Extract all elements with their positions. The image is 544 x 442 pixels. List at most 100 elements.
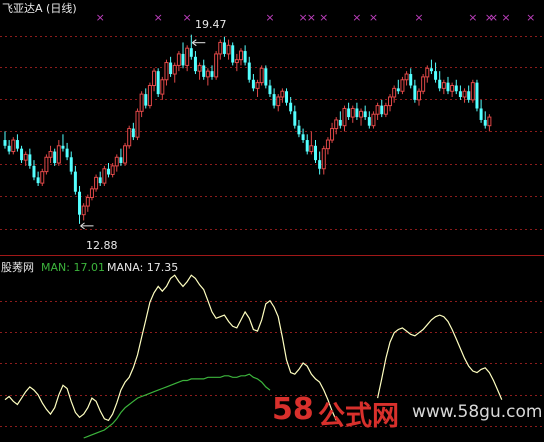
chart-grid [0, 36, 544, 427]
watermark-brand: 公式网 [318, 401, 399, 432]
candle [131, 122, 135, 141]
candle-body [467, 91, 471, 100]
candle-body [152, 70, 157, 87]
mana-line [83, 373, 271, 439]
candle [164, 59, 169, 86]
candle-body [81, 205, 86, 216]
candle [61, 134, 65, 152]
signal-marker: × [369, 11, 378, 24]
candle [231, 42, 235, 66]
candle [114, 154, 119, 172]
candle [169, 56, 173, 77]
indicator-name: 股莠网 [1, 261, 34, 274]
candle-body [404, 73, 409, 81]
candle-body [218, 41, 223, 55]
candle-body [48, 151, 53, 158]
candle [293, 105, 297, 129]
signal-marker: × [526, 11, 535, 24]
candle [363, 105, 367, 120]
candle-body [355, 108, 359, 118]
candle [375, 102, 380, 120]
candle [56, 140, 61, 166]
candle [338, 111, 342, 129]
signal-marker: × [489, 11, 498, 24]
candle-body [131, 128, 135, 138]
watermark-number: 58 [272, 392, 314, 427]
candle [65, 142, 69, 161]
candle-body [169, 62, 173, 75]
candle [218, 39, 223, 60]
candle-body [417, 90, 421, 101]
candle [69, 151, 73, 175]
candle-body [139, 93, 144, 112]
candle [36, 171, 40, 186]
candle-body [36, 177, 40, 184]
candle [139, 91, 144, 118]
candle-body [289, 102, 293, 112]
signal-marker: × [265, 11, 274, 24]
candle-body [268, 85, 272, 95]
candle-body [197, 64, 202, 72]
candle-body [334, 119, 339, 130]
candle-body [380, 105, 384, 115]
candle-body [285, 91, 289, 103]
candle [144, 88, 148, 109]
candle [3, 131, 7, 149]
candle [172, 62, 177, 83]
candle [147, 82, 152, 109]
candle [285, 88, 289, 106]
low-price-label: 12.88 [86, 239, 118, 252]
candle-body [114, 156, 119, 167]
candle-body [202, 65, 206, 77]
candle [110, 163, 115, 178]
candle [470, 79, 475, 103]
candle [321, 145, 326, 175]
candle-body [110, 165, 115, 175]
candle [380, 99, 384, 118]
candle [350, 105, 355, 123]
candle [441, 79, 446, 95]
candle-body [205, 70, 210, 78]
candle-body [7, 145, 11, 152]
candle [404, 71, 409, 86]
candle [454, 79, 458, 95]
candle-body [470, 82, 475, 101]
candle [280, 88, 285, 103]
candle-body [20, 148, 24, 161]
candle [202, 59, 206, 80]
candle [23, 151, 28, 166]
candle [102, 165, 107, 186]
candle-body [409, 74, 413, 86]
candle-body [350, 107, 355, 118]
candle [40, 168, 45, 186]
candle-body [172, 64, 177, 75]
candle [318, 151, 322, 175]
candle-body [309, 145, 314, 153]
candle [89, 185, 94, 201]
candle [305, 134, 309, 155]
candle-body [375, 105, 380, 115]
candle-body [56, 145, 61, 164]
candle-body [425, 67, 430, 78]
candle [371, 111, 376, 129]
candle-body [264, 68, 268, 86]
candle [264, 65, 268, 89]
candle [301, 128, 305, 143]
candle [156, 68, 160, 97]
candle-body [388, 96, 393, 107]
candle [314, 140, 317, 164]
candle-body [293, 111, 297, 126]
candle [421, 74, 426, 95]
candle [226, 39, 231, 60]
candle [388, 94, 393, 112]
candle [392, 85, 397, 103]
candle-body [413, 85, 417, 100]
candle-body [272, 94, 276, 106]
candle [94, 174, 99, 192]
candle-body [238, 50, 243, 61]
candle [181, 42, 185, 69]
candle-body [23, 153, 28, 161]
signal-marker: × [96, 11, 105, 24]
signal-marker: × [319, 11, 328, 24]
candle-body [318, 160, 322, 169]
